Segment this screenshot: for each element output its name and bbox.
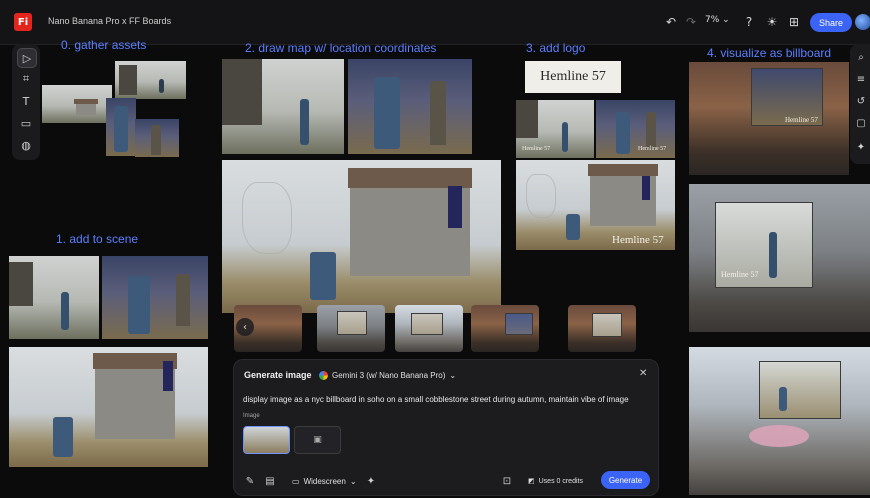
image-settings-icon[interactable]: ▤ [263, 474, 277, 488]
lightbulb-icon[interactable]: ☀ [764, 14, 780, 30]
add-image-slot[interactable]: ▣ [294, 426, 341, 454]
generate-button[interactable]: Generate [601, 471, 650, 489]
scene-image-fog-model[interactable] [9, 256, 99, 339]
chevron-down-icon: ⌄ [349, 476, 357, 486]
hemline-watermark: Hemline 57 [522, 146, 551, 152]
credits-icon: ◩ [528, 477, 535, 485]
model-name: Gemini 3 (w/ Nano Banana Pro) [332, 370, 446, 380]
image-add-icon: ▣ [313, 435, 322, 445]
asset-image-house[interactable] [42, 85, 112, 123]
generate-image-panel: Generate image Gemini 3 (w/ Nano Banana … [233, 359, 659, 496]
map-image-house-with-map[interactable] [222, 160, 501, 313]
hemline-watermark: Hemline 57 [721, 270, 759, 279]
logo-image-fog-model[interactable]: Hemline 57 [516, 100, 594, 158]
asset-image-stone[interactable] [135, 119, 179, 157]
avatar[interactable] [855, 14, 870, 30]
gemini-icon [319, 370, 328, 380]
carousel-prev-icon[interactable]: ‹ [236, 318, 254, 336]
carousel-thumb-4[interactable] [471, 305, 539, 352]
prompt-input[interactable]: display image as a nyc billboard in soho… [243, 395, 629, 404]
text-tool-icon[interactable]: T [17, 92, 35, 110]
credits-label: Uses 0 credits [538, 477, 583, 485]
map-sketch [242, 182, 292, 254]
label-draw-map: 2. draw map w/ location coordinates [245, 41, 437, 55]
asset-image-barn[interactable] [115, 61, 186, 99]
ai-sparkle-icon[interactable]: ✦ [853, 139, 869, 155]
carousel-thumb-5[interactable] [568, 305, 636, 352]
search-icon[interactable]: ⌕ [853, 49, 869, 65]
map-image-fog-model[interactable] [222, 59, 344, 154]
document-title[interactable]: Nano Banana Pro x FF Boards [48, 16, 171, 26]
billboard-image-soho-cherry[interactable] [689, 347, 870, 495]
apps-grid-icon[interactable]: ⊞ [786, 14, 802, 30]
redo-icon[interactable]: ↷ [683, 14, 699, 30]
scene-image-dusk-model[interactable] [102, 256, 208, 339]
logo-hemline57[interactable]: Hemline 57 [525, 61, 621, 93]
right-toolbar: ⌕ ≡ ↺ ▢ ✦ [850, 44, 870, 164]
hemline-watermark: Hemline 57 [785, 116, 818, 124]
map-sketch [526, 174, 556, 218]
zoom-dropdown[interactable]: 7% ⌄ [705, 15, 730, 25]
share-button[interactable]: Share [810, 13, 852, 32]
cherry-tree [749, 425, 809, 447]
panel-title: Generate image [244, 370, 312, 380]
comment-icon[interactable]: ▢ [853, 115, 869, 131]
reference-image-slot[interactable] [243, 426, 290, 454]
credits-indicator: ◩ Uses 0 credits [528, 474, 583, 488]
asset-image-model[interactable] [106, 98, 136, 156]
logo-image-house-branded[interactable]: Hemline 57 [516, 160, 675, 250]
carousel-thumb-3[interactable] [395, 305, 463, 352]
map-image-dusk-model[interactable] [348, 59, 472, 154]
history-icon[interactable]: ↺ [853, 93, 869, 109]
label-gather-assets: 0. gather assets [61, 38, 147, 52]
label-add-to-scene: 1. add to scene [56, 232, 139, 246]
shape-tool-icon[interactable]: ▭ [17, 114, 35, 132]
chevron-down-icon: ⌄ [449, 370, 457, 380]
sparkle-effects-icon[interactable]: ✦ [364, 474, 378, 488]
insert-image-icon[interactable]: ⊡ [500, 474, 514, 488]
app-logo[interactable]: Fi [14, 13, 32, 31]
undo-icon[interactable]: ↶ [663, 14, 679, 30]
billboard-image-autumn[interactable]: Hemline 57 [689, 62, 849, 175]
hemline-watermark: Hemline 57 [612, 234, 664, 246]
carousel-thumb-2[interactable] [317, 305, 385, 352]
aspect-ratio-label: Widescreen [303, 476, 346, 486]
hemline-watermark: Hemline 57 [638, 146, 667, 152]
close-icon[interactable]: ✕ [639, 368, 647, 379]
paperclip-icon[interactable]: ✎ [243, 474, 257, 488]
help-icon[interactable]: ? [741, 14, 757, 30]
label-visualize-billboard: 4. visualize as billboard [707, 46, 832, 60]
scene-image-house-composite[interactable] [9, 347, 208, 467]
label-add-logo: 3. add logo [526, 41, 586, 55]
adjustments-icon[interactable]: ≡ [853, 71, 869, 87]
left-toolbar: ▷ ⌗ T ▭ ◍ [12, 44, 40, 160]
aspect-ratio-dropdown[interactable]: ▭ Widescreen ⌄ [292, 474, 357, 488]
frame-tool-icon[interactable]: ⌗ [17, 70, 35, 88]
select-tool-icon[interactable]: ▷ [17, 48, 37, 68]
fill-tool-icon[interactable]: ◍ [17, 136, 35, 154]
model-selector[interactable]: Gemini 3 (w/ Nano Banana Pro) ⌄ [319, 368, 456, 382]
aspect-ratio-icon: ▭ [292, 476, 300, 486]
billboard-image-fog-street[interactable]: Hemline 57 [689, 184, 870, 332]
image-section-label: Image [243, 413, 260, 419]
logo-image-dusk-model[interactable]: Hemline 57 [596, 100, 675, 158]
